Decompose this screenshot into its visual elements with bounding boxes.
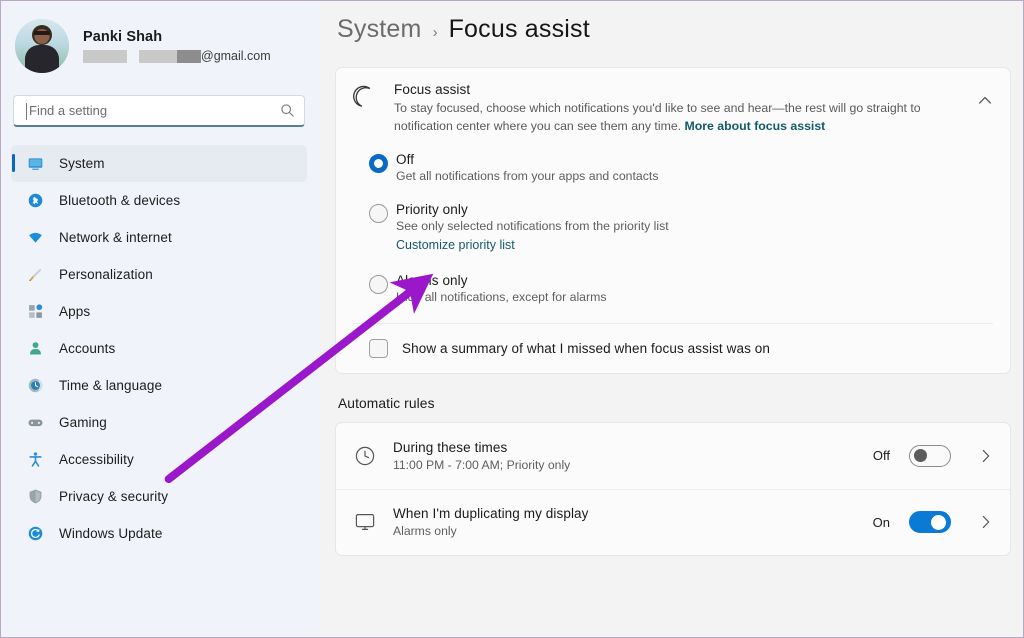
sidebar-item-time-language[interactable]: Time & language xyxy=(11,367,307,404)
focus-option-label: Alarms only xyxy=(396,272,468,288)
sidebar-item-label: Windows Update xyxy=(59,526,163,541)
sidebar-item-label: Apps xyxy=(59,304,91,319)
focus-assist-description-text: To stay focused, choose which notificati… xyxy=(394,101,921,133)
focus-option-off[interactable]: Off Get all notifications from your apps… xyxy=(336,152,1010,183)
gamepad-icon xyxy=(28,419,43,427)
focus-assist-description: To stay focused, choose which notificati… xyxy=(394,100,958,136)
breadcrumb: System › Focus assist xyxy=(335,15,1011,44)
rule-subtitle: 11:00 PM - 7:00 AM; Priority only xyxy=(393,457,571,472)
focus-assist-title: Focus assist xyxy=(394,82,471,97)
clock-icon xyxy=(355,446,375,465)
redacted-block xyxy=(177,49,201,63)
redacted-block xyxy=(139,49,177,63)
redacted-block xyxy=(83,49,127,63)
display-icon xyxy=(28,158,43,170)
customize-priority-list-link[interactable]: Customize priority list xyxy=(396,238,515,252)
sidebar-item-label: Time & language xyxy=(59,378,163,393)
breadcrumb-parent[interactable]: System xyxy=(337,15,422,44)
sidebar-item-label: Accounts xyxy=(59,341,116,356)
sidebar-item-accounts[interactable]: Accounts xyxy=(11,330,307,367)
rule-duplicating-display[interactable]: When I'm duplicating my display Alarms o… xyxy=(336,488,1010,555)
focus-option-sublabel: Hide all notifications, except for alarm… xyxy=(396,289,607,304)
search-box[interactable] xyxy=(13,95,305,127)
account-header[interactable]: Panki Shah @gmail.com xyxy=(1,11,319,73)
clock-globe-icon xyxy=(28,378,43,393)
automatic-rules-heading: Automatic rules xyxy=(338,395,435,411)
main-content: System › Focus assist Focus assist To st… xyxy=(319,1,1023,637)
focus-option-label: Priority only xyxy=(396,201,468,217)
focus-option-priority-only[interactable]: Priority only See only selected notifica… xyxy=(336,202,1010,254)
sidebar-item-label: Gaming xyxy=(59,415,107,430)
search-icon[interactable] xyxy=(280,103,295,118)
sidebar-item-apps[interactable]: Apps xyxy=(11,293,307,330)
rule-toggle[interactable] xyxy=(909,444,951,467)
account-name: Panki Shah xyxy=(83,29,163,45)
radio-priority-only[interactable] xyxy=(369,203,388,223)
chevron-up-icon[interactable] xyxy=(974,90,996,112)
focus-option-alarms-only[interactable]: Alarms only Hide all notifications, exce… xyxy=(336,273,1010,304)
sidebar-item-label: System xyxy=(59,156,105,171)
more-about-focus-assist-link[interactable]: More about focus assist xyxy=(685,119,826,133)
moon-icon xyxy=(353,85,371,107)
rule-state-label: Off xyxy=(872,448,890,464)
sidebar-item-label: Network & internet xyxy=(59,230,172,245)
sidebar-item-network-internet[interactable]: Network & internet xyxy=(11,219,307,256)
update-icon xyxy=(28,526,43,541)
radio-off[interactable] xyxy=(369,153,388,173)
rule-state-label: On xyxy=(872,514,890,530)
rule-during-these-times[interactable]: During these times 11:00 PM - 7:00 AM; P… xyxy=(336,423,1010,489)
email-domain: @gmail.com xyxy=(201,49,271,63)
sidebar-item-bluetooth-devices[interactable]: Bluetooth & devices xyxy=(11,182,307,219)
focus-option-sublabel: See only selected notifications from the… xyxy=(396,218,669,233)
summary-checkbox-row[interactable]: Show a summary of what I missed when foc… xyxy=(336,324,1010,373)
monitor-icon xyxy=(355,514,375,531)
rule-title: When I'm duplicating my display xyxy=(393,506,589,522)
chevron-right-icon[interactable] xyxy=(976,512,996,532)
apps-icon xyxy=(29,304,43,318)
chevron-right-icon[interactable] xyxy=(976,446,996,466)
sidebar: Panki Shah @gmail.com Find a setting Sys… xyxy=(1,1,319,637)
sidebar-item-label: Accessibility xyxy=(59,452,134,467)
rule-title: During these times xyxy=(393,439,508,455)
account-email: @gmail.com xyxy=(83,49,271,63)
summary-checkbox[interactable] xyxy=(369,338,388,358)
summary-checkbox-label: Show a summary of what I missed when foc… xyxy=(402,340,770,356)
radio-alarms-only[interactable] xyxy=(369,274,388,294)
sidebar-item-privacy-security[interactable]: Privacy & security xyxy=(11,478,307,515)
sidebar-item-personalization[interactable]: Personalization xyxy=(11,256,307,293)
search-input[interactable] xyxy=(25,103,280,118)
bluetooth-icon xyxy=(28,193,43,208)
page-title: Focus assist xyxy=(448,15,590,43)
automatic-rules-list: During these times 11:00 PM - 7:00 AM; P… xyxy=(335,421,1011,556)
wifi-icon xyxy=(29,232,42,243)
sidebar-item-system[interactable]: System xyxy=(11,145,307,182)
sidebar-item-gaming[interactable]: Gaming xyxy=(11,404,307,441)
avatar[interactable] xyxy=(15,19,69,73)
rule-subtitle: Alarms only xyxy=(393,524,457,539)
redacted-gap xyxy=(127,49,139,63)
rule-toggle[interactable] xyxy=(909,511,951,534)
settings-window: Panki Shah @gmail.com Find a setting Sys… xyxy=(0,0,1024,638)
focus-assist-card: Focus assist To stay focused, choose whi… xyxy=(335,67,1011,374)
sidebar-item-windows-update[interactable]: Windows Update xyxy=(11,515,307,552)
sidebar-item-accessibility[interactable]: Accessibility xyxy=(11,441,307,478)
sidebar-item-label: Bluetooth & devices xyxy=(59,193,181,208)
person-icon xyxy=(30,342,41,355)
focus-option-sublabel: Get all notifications from your apps and… xyxy=(396,168,659,183)
chevron-right-icon: › xyxy=(432,24,438,41)
text-caret xyxy=(26,103,27,120)
paintbrush-icon xyxy=(29,268,42,281)
focus-option-label: Off xyxy=(396,151,415,167)
shield-icon xyxy=(29,489,42,504)
sidebar-item-label: Privacy & security xyxy=(59,489,169,504)
focus-assist-header: Focus assist To stay focused, choose whi… xyxy=(336,68,1010,150)
accessibility-icon xyxy=(29,452,42,467)
sidebar-nav: System Bluetooth & devices Network & int… xyxy=(1,145,319,552)
sidebar-item-label: Personalization xyxy=(59,267,153,282)
focus-mode-options: Off Get all notifications from your apps… xyxy=(336,150,1010,304)
